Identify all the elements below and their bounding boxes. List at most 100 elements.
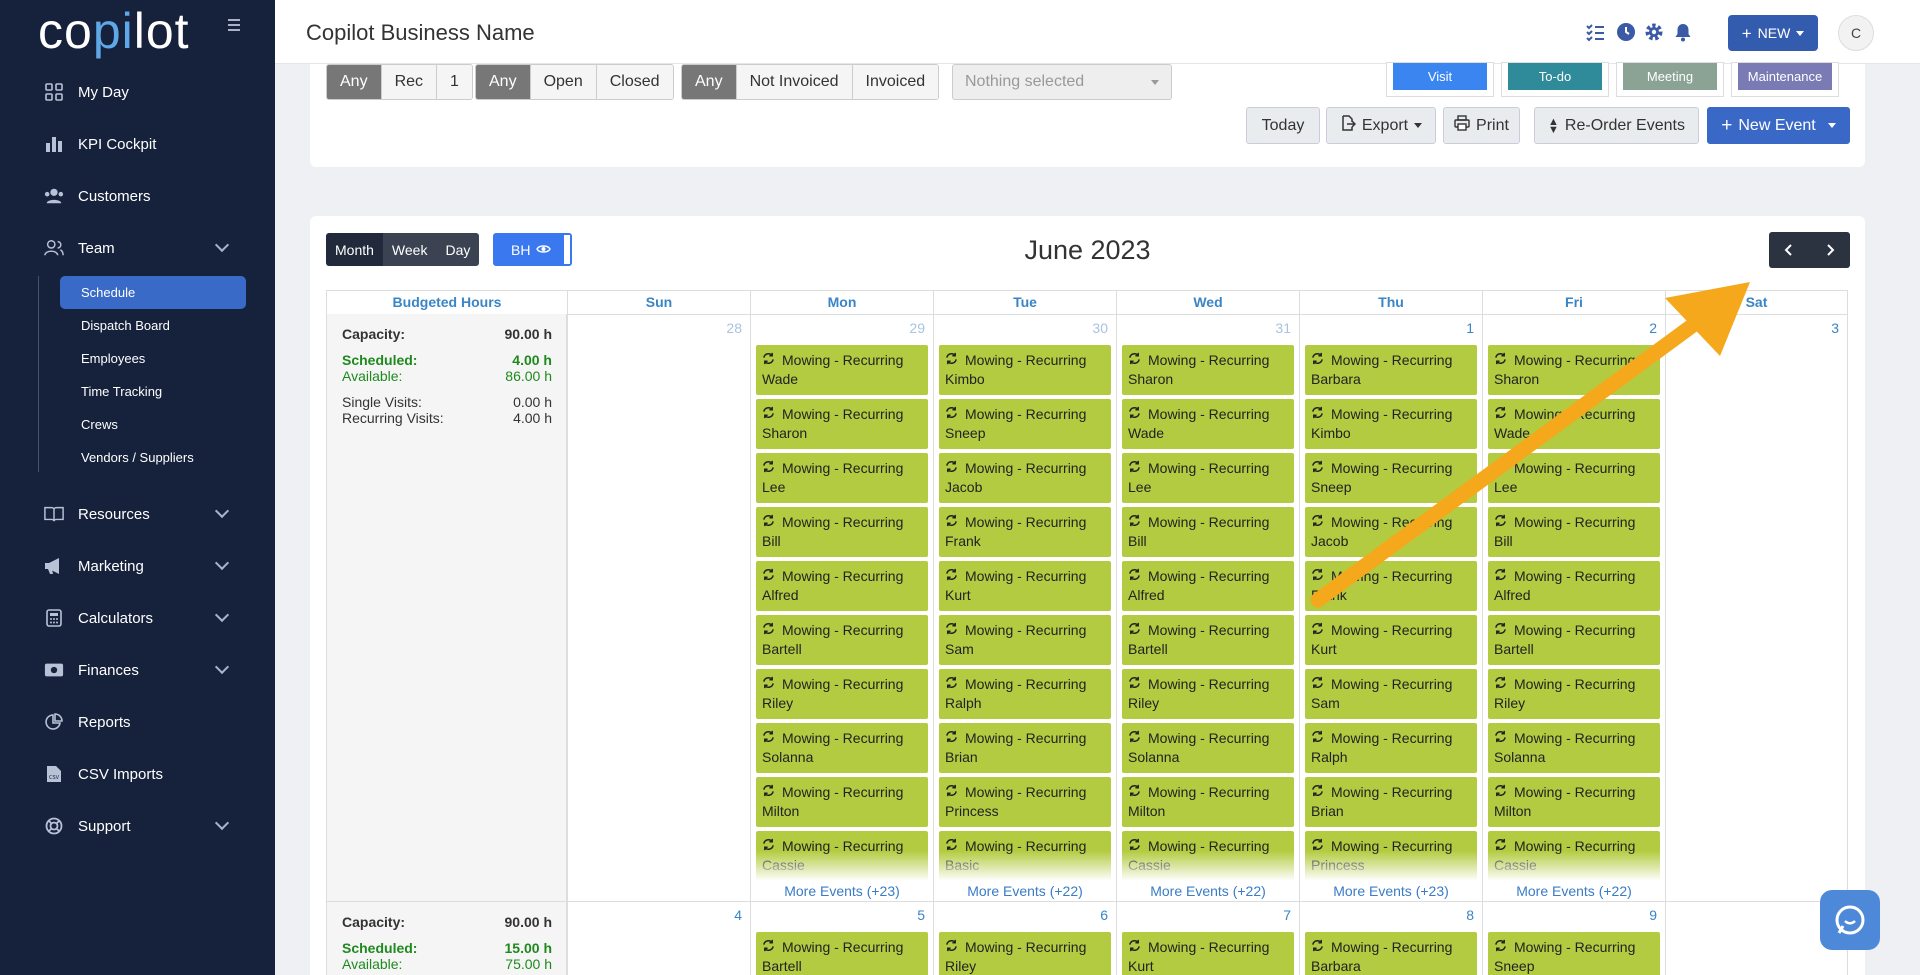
day-cell[interactable]: 5 Mowing - Recurring Bartell (750, 901, 933, 975)
calendar-event[interactable]: Mowing - Recurring Kurt (1305, 615, 1477, 665)
gear-icon[interactable] (1644, 22, 1664, 42)
calendar-event[interactable]: Mowing - Recurring Sharon (1122, 345, 1294, 395)
calendar-event[interactable]: Mowing - Recurring Wade (1488, 399, 1660, 449)
new-event-button[interactable]: + New Event (1707, 107, 1850, 144)
calendar-event[interactable]: Mowing - Recurring Basic (939, 831, 1111, 881)
calendar-event[interactable]: Mowing - Recurring Ralph (939, 669, 1111, 719)
calendar-event[interactable]: Mowing - Recurring Kurt (1122, 932, 1294, 975)
menu-toggle-icon[interactable] (228, 16, 246, 40)
calendar-event[interactable]: Mowing - Recurring Sneep (939, 399, 1111, 449)
calendar-event[interactable]: Mowing - Recurring Brian (1305, 777, 1477, 827)
day-number[interactable]: 9 (1649, 907, 1657, 923)
team-select[interactable]: Nothing selected (952, 64, 1172, 100)
calendar-event[interactable]: Mowing - Recurring Wade (1122, 399, 1294, 449)
day-cell[interactable]: 29 Mowing - Recurring Wade Mowing - Recurri… (750, 314, 933, 901)
day-cell[interactable]: 7 Mowing - Recurring Kurt (1116, 901, 1299, 975)
calendar-event[interactable]: Mowing - Recurring Kimbo (1305, 399, 1477, 449)
day-number[interactable]: 4 (734, 907, 742, 923)
bell-icon[interactable] (1673, 22, 1693, 42)
subnav-item-vendors-suppliers[interactable]: Vendors / Suppliers (60, 441, 246, 474)
day-cell[interactable]: 28 (567, 314, 750, 901)
sidebar-item-resources[interactable]: Resources (0, 488, 275, 540)
day-cell[interactable]: 2 Mowing - Recurring Sharon Mowing - Recurr… (1482, 314, 1665, 901)
next-month-button[interactable] (1810, 232, 1851, 268)
calendar-event[interactable]: Mowing - Recurring Sharon (1488, 345, 1660, 395)
calendar-event[interactable]: Mowing - Recurring Bartell (1488, 615, 1660, 665)
calendar-event[interactable]: Mowing - Recurring Sam (939, 615, 1111, 665)
calendar-event[interactable]: Mowing - Recurring Alfred (1488, 561, 1660, 611)
view-month[interactable]: Month (326, 233, 383, 266)
calendar-event[interactable]: Mowing - Recurring Cassie (1122, 831, 1294, 881)
sidebar-item-my-day[interactable]: My Day (0, 66, 275, 118)
more-events-link[interactable]: More Events (+23) (751, 883, 933, 899)
calendar-event[interactable]: Mowing - Recurring Riley (1122, 669, 1294, 719)
new-button[interactable]: + NEW (1728, 15, 1818, 51)
sidebar-item-finances[interactable]: Finances (0, 644, 275, 696)
recurrence-option-1[interactable]: 1 (437, 65, 472, 99)
status-option-closed[interactable]: Closed (596, 65, 673, 99)
sidebar-item-csv-imports[interactable]: CSV CSV Imports (0, 748, 275, 800)
calendar-event[interactable]: Mowing - Recurring Milton (1122, 777, 1294, 827)
today-button[interactable]: Today (1246, 107, 1320, 144)
status-option-any[interactable]: Any (476, 65, 531, 99)
subnav-item-schedule[interactable]: Schedule (60, 276, 246, 309)
calendar-event[interactable]: Mowing - Recurring Lee (1122, 453, 1294, 503)
calendar-event[interactable]: Mowing - Recurring Alfred (756, 561, 928, 611)
day-cell[interactable]: 3 (1665, 314, 1848, 901)
subnav-item-dispatch-board[interactable]: Dispatch Board (60, 309, 246, 342)
calendar-event[interactable]: Mowing - Recurring Riley (1488, 669, 1660, 719)
event-type-visit[interactable]: Visit (1387, 63, 1493, 96)
calendar-event[interactable]: Mowing - Recurring Bill (756, 507, 928, 557)
calendar-event[interactable]: Mowing - Recurring Solanna (1488, 723, 1660, 773)
calendar-event[interactable]: Mowing - Recurring Riley (939, 932, 1111, 975)
chevron-down-icon[interactable] (214, 237, 230, 253)
recurrence-option-any[interactable]: Any (327, 65, 382, 99)
day-number[interactable]: 5 (917, 907, 925, 923)
tasks-icon[interactable] (1585, 22, 1605, 42)
budgeted-hours-toggle[interactable]: BH (493, 233, 572, 266)
calendar-event[interactable]: Mowing - Recurring Jacob (1305, 507, 1477, 557)
calendar-event[interactable]: Mowing - Recurring Milton (1488, 777, 1660, 827)
chevron-down-icon[interactable] (214, 659, 230, 675)
more-events-link[interactable]: More Events (+22) (1483, 883, 1665, 899)
calendar-event[interactable]: Mowing - Recurring Solanna (756, 723, 928, 773)
calendar-event[interactable]: Mowing - Recurring Kurt (939, 561, 1111, 611)
calendar-event[interactable]: Mowing - Recurring Bill (1488, 507, 1660, 557)
calendar-event[interactable]: Mowing - Recurring Milton (756, 777, 928, 827)
chat-widget-button[interactable] (1820, 890, 1880, 950)
day-cell[interactable]: 1 Mowing - Recurring Barbara Mowing - Recur… (1299, 314, 1482, 901)
event-type-to-do[interactable]: To-do (1502, 63, 1608, 96)
day-cell[interactable]: 4 (567, 901, 750, 975)
calendar-event[interactable]: Mowing - Recurring Sneep (1305, 453, 1477, 503)
event-type-meeting[interactable]: Meeting (1617, 63, 1723, 96)
day-number[interactable]: 7 (1283, 907, 1291, 923)
calendar-event[interactable]: Mowing - Recurring Sneep (1488, 932, 1660, 975)
subnav-item-time-tracking[interactable]: Time Tracking (60, 375, 246, 408)
calendar-event[interactable]: Mowing - Recurring Jacob (939, 453, 1111, 503)
status-option-open[interactable]: Open (530, 65, 597, 99)
calendar-event[interactable]: Mowing - Recurring Ralph (1305, 723, 1477, 773)
event-type-maintenance[interactable]: Maintenance (1732, 63, 1838, 96)
day-cell[interactable]: 31 Mowing - Recurring Sharon Mowing - Recur… (1116, 314, 1299, 901)
sidebar-item-kpi-cockpit[interactable]: KPI Cockpit (0, 118, 275, 170)
subnav-item-crews[interactable]: Crews (60, 408, 246, 441)
export-button[interactable]: Export (1326, 107, 1436, 144)
day-cell[interactable]: 8 Mowing - Recurring Barbara (1299, 901, 1482, 975)
calendar-event[interactable]: Mowing - Recurring Frank (939, 507, 1111, 557)
calendar-event[interactable]: Mowing - Recurring Wade (756, 345, 928, 395)
sidebar-item-support[interactable]: Support (0, 800, 275, 852)
day-cell[interactable]: 9 Mowing - Recurring Sneep (1482, 901, 1665, 975)
view-day[interactable]: Day (436, 233, 480, 266)
chevron-down-icon[interactable] (214, 607, 230, 623)
recurrence-option-rec[interactable]: Rec (381, 65, 438, 99)
calendar-event[interactable]: Mowing - Recurring Brian (939, 723, 1111, 773)
calendar-event[interactable]: Mowing - Recurring Kimbo (939, 345, 1111, 395)
calendar-event[interactable]: Mowing - Recurring Sam (1305, 669, 1477, 719)
sidebar-item-customers[interactable]: Customers (0, 170, 275, 222)
day-number[interactable]: 29 (909, 320, 925, 336)
sidebar-item-team[interactable]: Team (0, 222, 275, 274)
copilot-logo[interactable]: copilot (38, 2, 190, 60)
calendar-event[interactable]: Mowing - Recurring Frank (1305, 561, 1477, 611)
prev-month-button[interactable] (1769, 232, 1810, 268)
calendar-event[interactable]: Mowing - Recurring Cassie (1488, 831, 1660, 881)
